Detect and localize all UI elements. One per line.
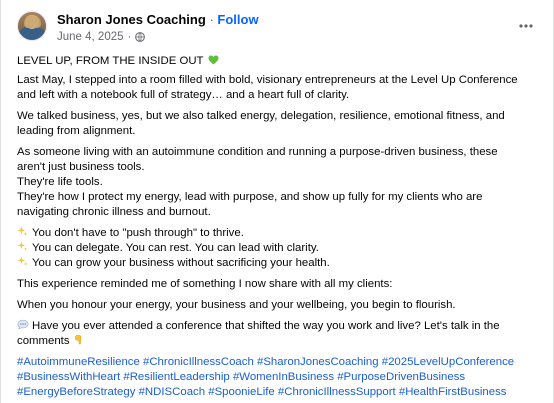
hashtag-link[interactable]: #AutoimmuneResilience — [17, 356, 140, 368]
hashtag-link[interactable]: #NDISCoach — [139, 386, 205, 398]
hashtag-link[interactable]: #BusinessWithHeart — [17, 371, 120, 383]
sparkles-icon — [17, 256, 28, 266]
hashtag-link[interactable]: #ChronicIllnessCoach — [143, 356, 254, 368]
hashtag-link[interactable]: #SpoonieLife — [208, 386, 275, 398]
paragraph-2: We talked business, yes, but we also tal… — [17, 110, 505, 137]
paragraph-1: Last May, I stepped into a room filled w… — [17, 74, 518, 101]
post-date[interactable]: June 4, 2025 — [57, 30, 124, 44]
sparkles-icon — [17, 241, 28, 251]
paragraph-3-line: As someone living with an autoimmune con… — [17, 146, 498, 173]
hashtag-link[interactable]: #PurposeDrivenBusiness — [337, 371, 465, 383]
hashtag-link[interactable]: #2025LevelUpConference — [382, 356, 514, 368]
sparkle-item-text: You can delegate. You can rest. You can … — [32, 242, 319, 254]
hashtag-row: #EnergyBeforeStrategy #NDISCoach #Spooni… — [17, 385, 527, 400]
paragraph-3-line: They're life tools. — [17, 176, 103, 188]
post-body: LEVEL UP, FROM THE INSIDE OUT Last May, … — [17, 54, 527, 403]
sparkle-item-text: You don't have to "push through" to thri… — [32, 227, 244, 239]
hashtag-link[interactable]: #HealthFirstBusiness — [399, 386, 507, 398]
hashtag-row: #AutoimmuneResilience #ChronicIllnessCoa… — [17, 355, 527, 370]
more-horizontal-icon — [519, 24, 533, 28]
more-options-button[interactable] — [515, 15, 537, 37]
hashtag-link[interactable]: #ChronicIllnessSupport — [278, 386, 396, 398]
paragraph-3-line: They're how I protect my energy, lead wi… — [17, 191, 483, 218]
facebook-post: Sharon Jones Coaching · Follow June 4, 2… — [0, 0, 554, 403]
sparkles-icon — [17, 226, 28, 236]
paragraph-3: As someone living with an autoimmune con… — [17, 145, 527, 220]
paragraph-6: When you honour your energy, your busine… — [17, 299, 456, 311]
hashtag-link[interactable]: #ResilientLeadership — [123, 371, 229, 383]
author-line: Sharon Jones Coaching · Follow — [57, 12, 259, 28]
post-header: Sharon Jones Coaching · Follow June 4, 2… — [17, 11, 537, 45]
sparkle-item-text: You can grow your business without sacri… — [32, 257, 330, 269]
question-text: Have you ever attended a conference that… — [17, 320, 500, 347]
question-paragraph: Have you ever attended a conference that… — [17, 319, 527, 349]
speech-bubble-icon — [17, 319, 29, 330]
sparkle-list: You don't have to "push through" to thri… — [17, 226, 527, 271]
meta-separator: · — [127, 31, 132, 43]
hashtag-link[interactable]: #EnergyBeforeStrategy — [17, 386, 135, 398]
avatar[interactable] — [17, 11, 47, 41]
sparkle-item: You don't have to "push through" to thri… — [17, 226, 527, 241]
post-meta: June 4, 2025 · — [57, 30, 146, 44]
sparkle-item: You can delegate. You can rest. You can … — [17, 241, 527, 256]
hashtag-link[interactable]: #SharonJonesCoaching — [257, 356, 379, 368]
pointing-down-icon — [74, 335, 81, 345]
paragraph-5: This experience reminded me of something… — [17, 278, 393, 290]
hashtag-link[interactable]: #WomenInBusiness — [233, 371, 334, 383]
hashtag-row: #BusinessWithHeart #ResilientLeadership … — [17, 370, 527, 385]
sparkle-item: You can grow your business without sacri… — [17, 256, 527, 271]
follow-button[interactable]: Follow — [217, 12, 258, 27]
post-headline-row: LEVEL UP, FROM THE INSIDE OUT — [17, 54, 527, 69]
author-name[interactable]: Sharon Jones Coaching — [57, 12, 206, 27]
hashtag-list: #AutoimmuneResilience #ChronicIllnessCoa… — [17, 355, 527, 400]
globe-icon[interactable] — [135, 32, 146, 42]
post-headline: LEVEL UP, FROM THE INSIDE OUT — [17, 55, 204, 67]
green-heart-icon — [208, 55, 219, 65]
name-separator: · — [209, 12, 214, 27]
